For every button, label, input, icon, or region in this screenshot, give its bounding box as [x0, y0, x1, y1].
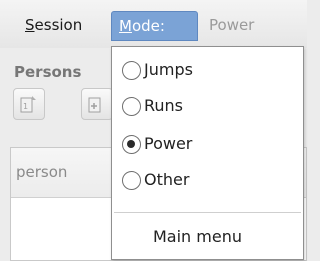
menu-bar: Session Mode: Power — [0, 0, 307, 48]
menu-session[interactable]: Session — [20, 11, 87, 41]
menu-mode-mnemonic: M — [119, 17, 132, 35]
persons-panel-title: Persons — [14, 63, 82, 81]
mode-option-label: Other — [144, 170, 190, 189]
menu-mode[interactable]: Mode: — [111, 11, 198, 41]
radio-power[interactable] — [122, 135, 141, 154]
column-header-person[interactable]: person — [16, 163, 67, 181]
person-recuperate-button[interactable]: 1 — [13, 88, 45, 120]
radio-selected-dot — [127, 140, 135, 148]
mode-option-label: Power — [144, 134, 193, 153]
svg-text:1: 1 — [23, 102, 28, 111]
mode-option-other[interactable]: Other — [112, 165, 303, 199]
mode-option-jumps[interactable]: Jumps — [112, 55, 303, 89]
person-add-button[interactable] — [81, 88, 113, 120]
menu-power-label[interactable]: Power — [202, 11, 261, 41]
mode-dropdown-menu: Jumps Runs Power Other Main menu — [111, 46, 304, 260]
menu-session-label: ession — [34, 16, 83, 34]
mode-option-power[interactable]: Power — [112, 129, 303, 163]
menu-session-mnemonic: S — [25, 16, 35, 34]
menu-separator — [114, 212, 301, 213]
radio-jumps[interactable] — [122, 61, 141, 80]
radio-runs[interactable] — [122, 97, 141, 116]
main-menu-item[interactable]: Main menu — [112, 221, 303, 253]
mode-option-runs[interactable]: Runs — [112, 91, 303, 125]
main-menu-label: Main menu — [153, 227, 242, 246]
person-add-icon — [88, 97, 101, 113]
menu-mode-label: ode: — [131, 17, 165, 35]
radio-other[interactable] — [122, 171, 141, 190]
person-recuperate-icon: 1 — [20, 96, 36, 113]
mode-option-label: Runs — [144, 96, 184, 115]
mode-option-label: Jumps — [144, 60, 193, 79]
